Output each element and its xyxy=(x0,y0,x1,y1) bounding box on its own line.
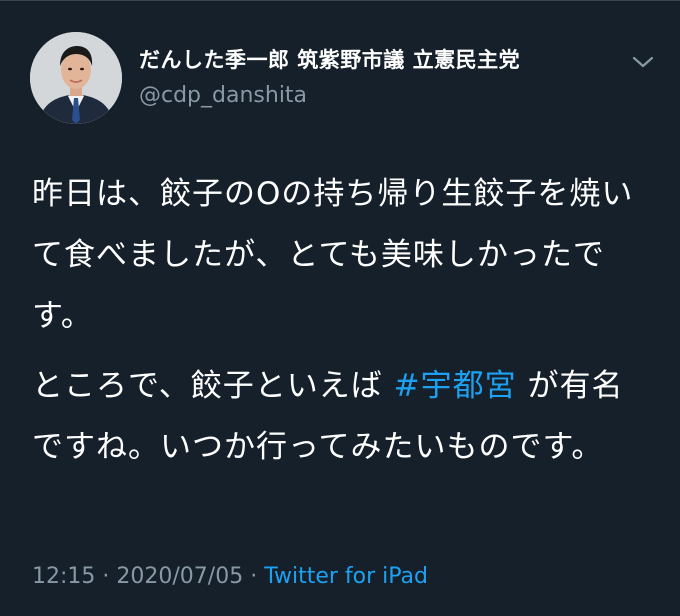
display-name[interactable]: だんした季一郎 筑紫野市議 立憲民主党 xyxy=(139,46,520,74)
tweet-text-segment: ところで、餃子といえば xyxy=(32,368,394,404)
hashtag-link[interactable]: #宇都宮 xyxy=(394,368,517,404)
tweet-text: 昨日は、餃子のOの持ち帰り生餃子を焼いて食べましたが、とても美味しかったです。 … xyxy=(32,164,652,478)
tweet-source-link[interactable]: Twitter for iPad xyxy=(264,564,428,589)
tweet-paragraph: ところで、餃子といえば #宇都宮 が有名ですね。いつか行ってみたいものです。 xyxy=(32,356,652,478)
tweet-time[interactable]: 12:15 xyxy=(32,564,95,589)
profile-photo xyxy=(30,32,122,124)
tweet-paragraph: 昨日は、餃子のOの持ち帰り生餃子を焼いて食べましたが、とても美味しかったです。 xyxy=(32,176,634,334)
tweet-date[interactable]: 2020/07/05 xyxy=(116,564,243,589)
avatar[interactable] xyxy=(30,32,122,124)
meta-separator: · xyxy=(95,564,117,589)
user-info[interactable]: だんした季一郎 筑紫野市議 立憲民主党 @cdp_danshita xyxy=(139,46,520,110)
user-handle[interactable]: @cdp_danshita xyxy=(139,82,520,110)
tweet-meta: 12:15 · 2020/07/05 · Twitter for iPad xyxy=(32,560,428,594)
chevron-down-icon[interactable] xyxy=(630,52,656,72)
top-divider xyxy=(0,0,680,1)
meta-separator: · xyxy=(243,564,265,589)
